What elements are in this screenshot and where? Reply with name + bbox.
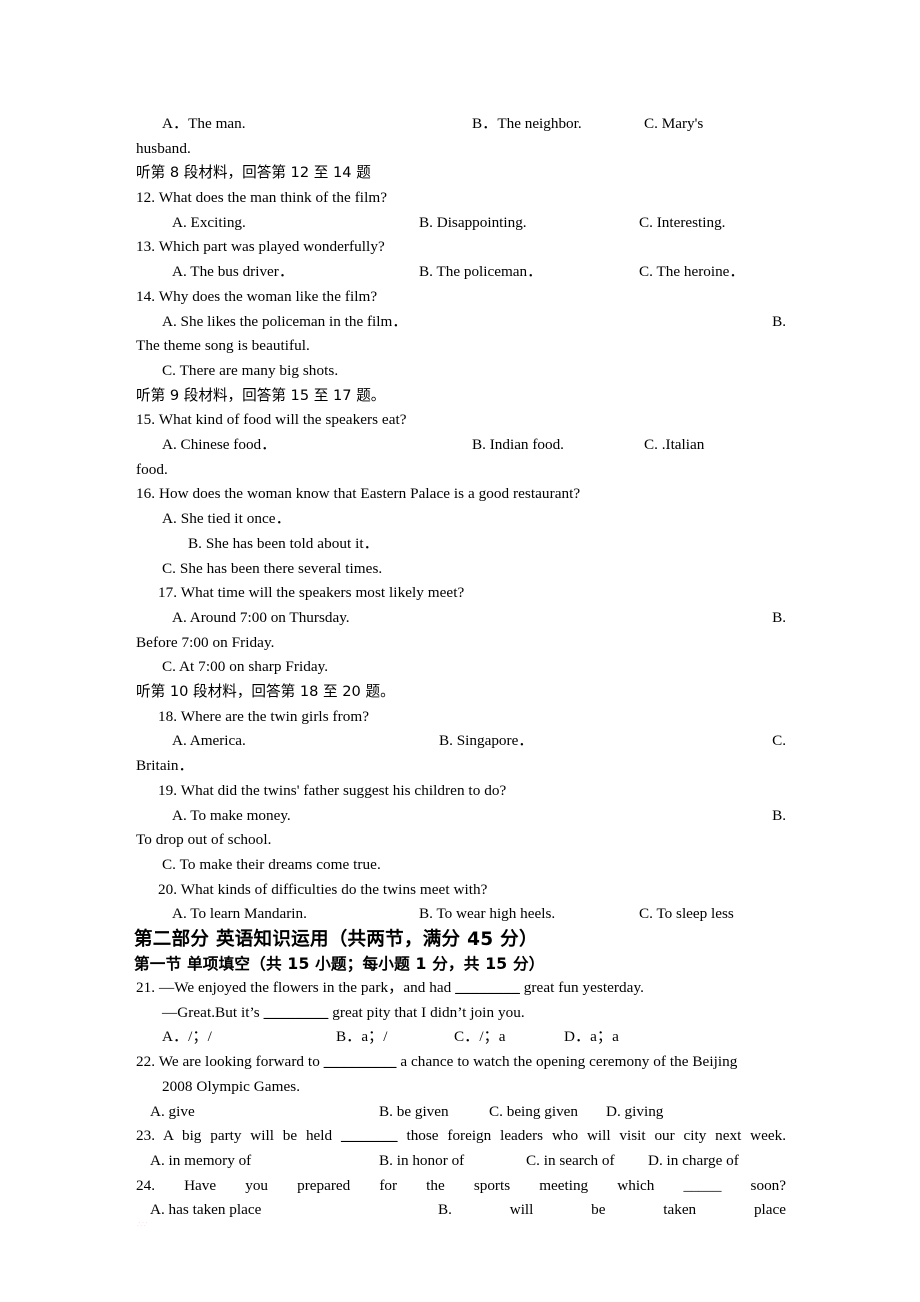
page-artifact-speck: ∴∵ (137, 1220, 148, 1229)
option-row-q11: A．The man. B．The neighbor. C. Mary's (136, 112, 786, 137)
listening-direction-8: 听第 8 段材料，回答第 12 至 14 题 (136, 164, 371, 182)
question-stem-q17: 17. What time will the speakers most lik… (158, 584, 465, 602)
option-a: A. The bus driver． (172, 263, 295, 281)
question-q21-line1: 21. —We enjoyed the flowers in the park，… (136, 976, 786, 1001)
q22-line1-post: a chance to watch the opening ceremony o… (396, 1053, 738, 1071)
q21-line2-pre: —Great.But it’s (162, 1003, 264, 1021)
q23-line1-post: those foreign leaders who will visit our… (397, 1127, 787, 1145)
question-q21-line2: —Great.But it’s ________ great pity that… (136, 1001, 786, 1026)
q22-line1-pre: 22. We are looking forward to (136, 1053, 324, 1071)
option-b: B. The policeman． (419, 263, 543, 281)
option-c: C. To sleep less (639, 905, 734, 923)
q21-blank-2: ________ (263, 1003, 329, 1021)
listening-direction-10: 听第 10 段材料，回答第 18 至 20 题。 (136, 683, 395, 701)
option-a: A. America. (172, 732, 246, 750)
option-c-wrap-q11: husband. (136, 139, 191, 157)
option-row-q22: A. give B. be given C. being given D. gi… (136, 1100, 786, 1125)
q21-line1-post: great fun yesterday. (519, 979, 644, 997)
option-c-q14: C. There are many big shots. (162, 361, 339, 379)
option-b-wrap-q17: Before 7:00 on Friday. (136, 633, 275, 651)
question-stem-q13: 13. Which part was played wonderfully? (136, 238, 385, 256)
option-b: B. To wear high heels. (419, 905, 556, 923)
option-b: B. be given (379, 1102, 449, 1120)
option-row-q18: A. America. B. Singapore． C. (136, 729, 786, 754)
q22-blank-1: _________ (323, 1053, 397, 1071)
option-a: A. To learn Mandarin. (172, 905, 307, 923)
option-c: C. Interesting. (639, 213, 726, 231)
option-c: C. .Italian (644, 436, 705, 454)
section-one-heading: 第一节 单项填空（共 15 小题；每小题 1 分，共 15 分） (134, 955, 545, 974)
option-b: B．The neighbor. (472, 115, 582, 132)
option-c-wrap-q15: food. (136, 460, 168, 478)
q21-line2-post: great pity that I didn’t join you. (328, 1003, 525, 1021)
option-b-wrap-q19: To drop out of school. (136, 831, 272, 849)
option-row-q12: A. Exciting. B. Disappointing. C. Intere… (136, 211, 786, 236)
option-c-q19: C. To make their dreams come true. (162, 855, 381, 873)
option-b-label: B. (772, 608, 786, 626)
option-c-q17: C. At 7:00 on sharp Friday. (162, 658, 329, 676)
option-d: D．a；a (564, 1028, 619, 1046)
option-b-label: B. (772, 806, 786, 824)
option-c: C．/；a (454, 1028, 506, 1046)
question-stem-q16: 16. How does the woman know that Eastern… (136, 485, 581, 503)
question-stem-q20: 20. What kinds of difficulties do the tw… (158, 880, 488, 898)
option-c-wrap-q18: Britain． (136, 757, 194, 775)
page-content: A．The man. B．The neighbor. C. Mary's hus… (134, 112, 786, 1223)
question-q23-line1: 23. A big party will be held _______ tho… (136, 1124, 786, 1149)
option-a: A．/；/ (162, 1028, 212, 1046)
question-q22-line2: 2008 Olympic Games. (162, 1077, 301, 1095)
q21-blank-1: ________ (455, 979, 520, 997)
option-c: C. in search of (526, 1151, 615, 1169)
option-c-q16: C. She has been there several times. (162, 559, 383, 577)
option-b: B. in honor of (379, 1151, 465, 1169)
option-a: A. in memory of (150, 1151, 252, 1169)
part-two-heading: 第二部分 英语知识运用（共两节，满分 45 分） (134, 929, 538, 951)
listening-direction-9: 听第 9 段材料，回答第 15 至 17 题。 (136, 386, 386, 404)
question-stem-q15: 15. What kind of food will the speakers … (136, 411, 407, 429)
q21-line1-pre: 21. —We enjoyed the flowers in the park，… (136, 979, 456, 997)
option-a: A. Around 7:00 on Thursday. (172, 608, 350, 626)
question-q24-line1: 24. Have you prepared for the sports mee… (136, 1176, 786, 1194)
option-a: A. Chinese food． (162, 436, 277, 454)
exam-page: A．The man. B．The neighbor. C. Mary's hus… (0, 0, 920, 1302)
option-a: A. give (150, 1102, 195, 1120)
option-a: A. Exciting. (172, 213, 246, 231)
option-b: B. Indian food. (472, 436, 564, 454)
option-row-q14: A. She likes the policeman in the film． … (136, 310, 786, 335)
question-q22-line1: 22. We are looking forward to _________ … (136, 1050, 786, 1075)
question-stem-q19: 19. What did the twins' father suggest h… (158, 781, 507, 799)
question-stem-q18: 18. Where are the twin girls from? (158, 707, 370, 725)
option-c: C. being given (489, 1102, 579, 1120)
q23-blank-1: _______ (340, 1127, 398, 1145)
option-b: B. Singapore． (439, 732, 534, 750)
question-stem-q14: 14. Why does the woman like the film? (136, 287, 378, 305)
option-row-q19: A. To make money. B. (136, 804, 786, 829)
option-a-q16: A. She tied it once． (162, 510, 291, 528)
option-c: C. Mary's (644, 115, 704, 132)
option-c-label: C. (772, 732, 786, 750)
option-d: D. in charge of (648, 1151, 739, 1169)
option-row-q20: A. To learn Mandarin. B. To wear high he… (136, 902, 786, 927)
option-d: D. giving (606, 1102, 664, 1120)
option-row-q13: A. The bus driver． B. The policeman． C. … (136, 260, 786, 285)
option-row-q15: A. Chinese food． B. Indian food. C. .Ita… (136, 433, 786, 458)
option-row-q24: A. has taken place B. will be taken plac… (136, 1198, 786, 1223)
q23-line1-pre: 23. A big party will be held (136, 1127, 341, 1145)
option-row-q23: A. in memory of B. in honor of C. in sea… (136, 1149, 786, 1174)
option-b: B. Disappointing. (419, 213, 527, 231)
option-b-label: B. (772, 312, 786, 330)
option-a: A．The man. (162, 115, 246, 132)
option-row-q17: A. Around 7:00 on Thursday. B. (136, 606, 786, 631)
option-c: C. The heroine． (639, 263, 745, 281)
option-b-wrap-q14: The theme song is beautiful. (136, 337, 310, 355)
option-a: A. has taken place (150, 1201, 262, 1219)
option-row-q21: A．/；/ B．a；/ C．/；a D．a；a (136, 1025, 786, 1050)
question-stem-q12: 12. What does the man think of the film? (136, 189, 387, 207)
option-a: A. She likes the policeman in the film． (162, 312, 408, 330)
option-a: A. To make money. (172, 806, 291, 824)
option-b-q16: B. She has been told about it． (188, 534, 379, 552)
option-b: B. will be taken place (438, 1201, 786, 1219)
option-b: B．a；/ (336, 1028, 388, 1046)
